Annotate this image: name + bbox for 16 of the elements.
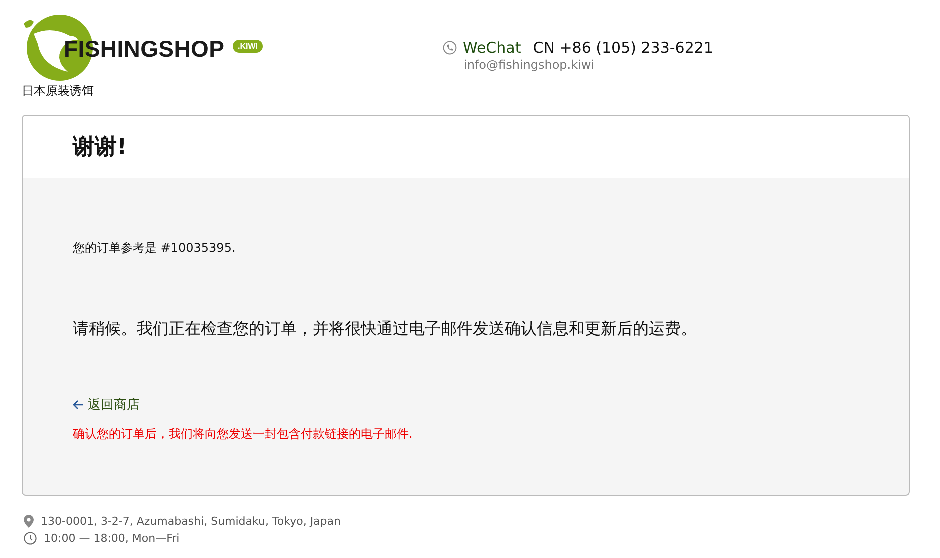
location-pin-icon <box>24 515 34 528</box>
clock-icon <box>24 532 37 545</box>
email-address: info@fishingshop.kiwi <box>463 58 596 72</box>
phone-number: CN +86 (105) 233-6221 <box>533 39 714 57</box>
back-to-shop-link[interactable]: 返回商店 <box>88 396 140 414</box>
address-text: 130-0001, 3-2-7, Azumabashi, Sumidaku, Tokyo, Japan <box>41 515 341 528</box>
phone-icon <box>443 41 457 55</box>
tagline: 日本原装诱饵 <box>22 83 95 100</box>
card-title: 谢谢! <box>73 134 128 162</box>
logo-badge: .KIWI <box>233 40 263 53</box>
payment-notice: 确认您的订单后，我们将向您发送一封包含付款链接的电子邮件. <box>73 426 414 443</box>
order-reference: 您的订单参考是 #10035395. <box>73 240 237 257</box>
arrow-left-icon <box>73 400 84 410</box>
status-message: 请稍候。我们正在检查您的订单，并将很快通过电子邮件发送确认信息和更新后的运费。 <box>73 319 698 340</box>
wechat-link[interactable]: WeChat <box>463 39 522 57</box>
hours-text: 10:00 — 18:00, Mon—Fri <box>44 532 180 545</box>
